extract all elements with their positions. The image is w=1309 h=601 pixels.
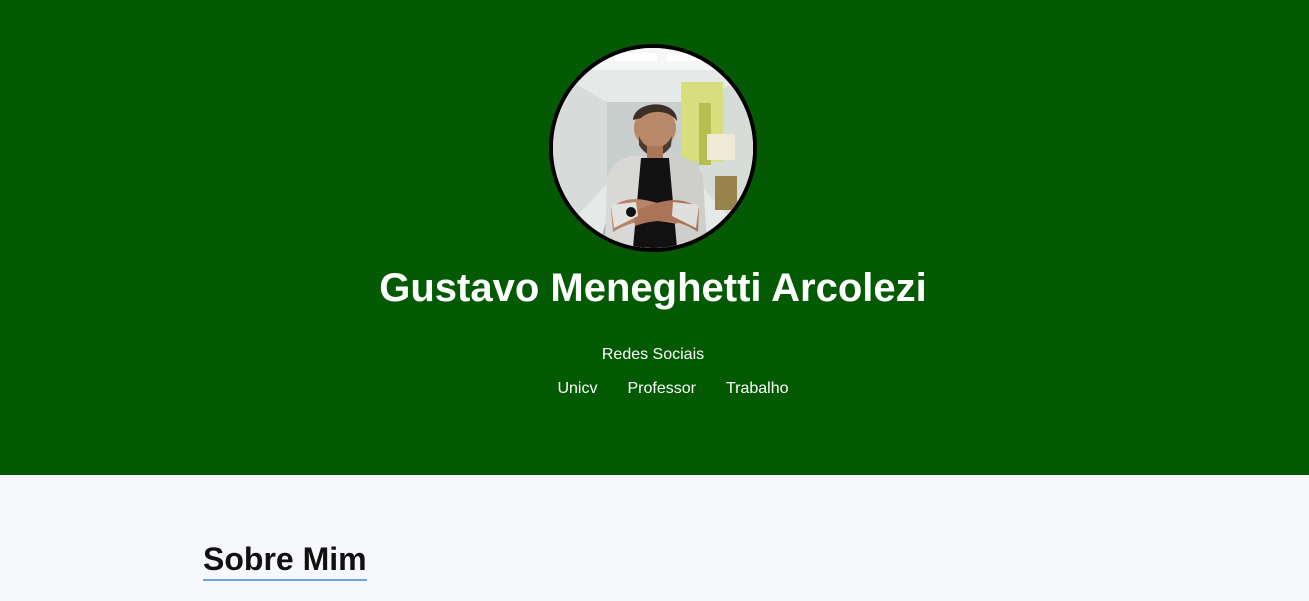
profile-header: Gustavo Meneghetti Arcolezi Redes Sociai…	[0, 0, 1309, 475]
link-professor[interactable]: Professor	[627, 379, 695, 399]
link-unicv[interactable]: Unicv	[557, 379, 597, 399]
social-networks-title: Redes Sociais	[601, 346, 705, 363]
profile-name: Gustavo Meneghetti Arcolezi	[379, 266, 927, 310]
profile-photo-image	[553, 48, 753, 248]
avatar	[549, 44, 757, 252]
link-trabalho[interactable]: Trabalho	[726, 379, 789, 399]
social-links: Unicv Professor Trabalho	[0, 379, 1309, 399]
about-heading: Sobre Mim	[203, 540, 367, 581]
